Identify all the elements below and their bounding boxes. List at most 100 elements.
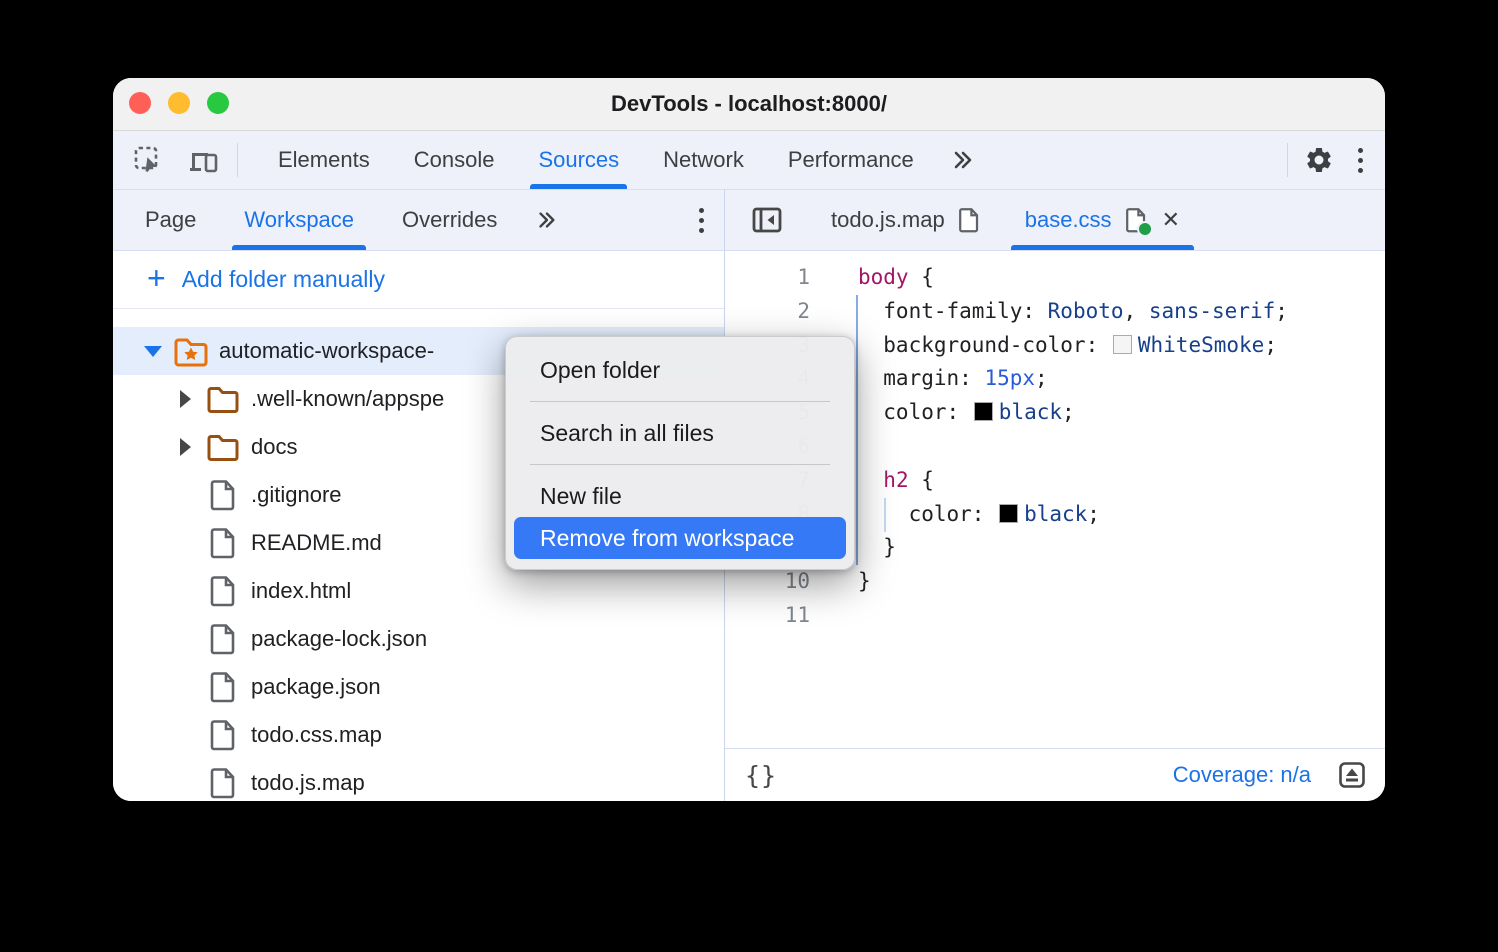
code-line: } [858,565,1385,599]
navigator-tab-workspace[interactable]: Workspace [220,190,378,250]
code-token: { [909,265,934,289]
expand-caret-right-icon[interactable] [169,390,201,408]
code-token: font-family: [858,299,1048,323]
code-line: background-color: WhiteSmoke; [858,329,1385,363]
settings-gear-icon[interactable] [1292,131,1346,189]
tree-file-package-lock-json[interactable]: package-lock.json [113,615,724,663]
code-token: ; [1062,400,1075,424]
file-icon [201,622,245,656]
tree-item-label: todo.js.map [251,770,365,796]
tree-item-label: todo.css.map [251,722,382,748]
close-tab-icon[interactable]: ✕ [1162,207,1180,233]
code-line: margin: 15px; [858,362,1385,396]
menu-item-remove-from-workspace[interactable]: Remove from workspace [514,517,846,559]
main-toolbar: ElementsConsoleSourcesNetworkPerformance [113,131,1385,190]
editor-tab-label: todo.js.map [831,207,945,233]
code-token: margin: [858,366,984,390]
code-token: { [909,468,934,492]
menu-separator [530,401,830,402]
code-token: black [1024,502,1087,526]
coverage-link[interactable]: Coverage: n/a [1173,762,1311,788]
devtools-tab-console[interactable]: Console [392,131,517,189]
code-token: ; [1275,299,1288,323]
navigator-tab-page[interactable]: Page [121,190,220,250]
device-toolbar-icon[interactable] [175,131,233,189]
desktop-background: DevTools - localhost:8000/ ElementsConso… [0,0,1498,952]
file-icon [1124,206,1148,234]
tree-item-label: docs [251,434,297,460]
close-window-button[interactable] [129,92,151,114]
pretty-print-icon[interactable]: {} [745,761,777,790]
line-number: 10 [725,565,810,599]
editor-tab-todo-js-map[interactable]: todo.js.map [809,190,1003,250]
folder-icon [201,384,245,414]
menu-item-search-in-all-files[interactable]: Search in all files [514,412,846,454]
tree-file-package-json[interactable]: package.json [113,663,724,711]
code-token: ; [1035,366,1048,390]
devtools-tab-elements[interactable]: Elements [256,131,392,189]
tree-item-label: package-lock.json [251,626,427,652]
file-icon [201,670,245,704]
devtools-tab-network[interactable]: Network [641,131,766,189]
tree-item-label: README.md [251,530,382,556]
editor-tab-label: base.css [1025,207,1112,233]
code-line [858,430,1385,464]
code-token: color: [858,502,997,526]
traffic-lights [129,92,229,114]
devtools-tab-performance[interactable]: Performance [766,131,936,189]
window-title: DevTools - localhost:8000/ [611,91,887,117]
zoom-window-button[interactable] [207,92,229,114]
file-icon [201,478,245,512]
tree-file-todo-js-map[interactable]: todo.js.map [113,759,724,801]
tree-file-index-html[interactable]: index.html [113,567,724,615]
filesystem-sync-dot [1137,221,1153,237]
indent-guide [856,295,858,565]
line-number: 1 [725,261,810,295]
tree-item-label: index.html [251,578,351,604]
expand-caret-down-icon[interactable] [137,346,169,357]
collapse-sidebar-icon[interactable] [739,190,795,250]
show-drawer-eject-icon[interactable] [1337,760,1367,790]
code-line: h2 { [858,464,1385,498]
code-token: ; [1087,502,1100,526]
navigator-menu-kebab-icon[interactable] [687,190,716,250]
code-token: body [858,265,909,289]
toolbar-divider-right [1287,143,1288,177]
folder-icon [201,432,245,462]
tree-item-label: .well-known/appspe [251,386,444,412]
tree-item-label: package.json [251,674,381,700]
customize-devtools-kebab-icon[interactable] [1346,131,1375,189]
more-navigator-tabs-chevron-icon[interactable] [521,190,571,250]
code-token: color: [858,400,972,424]
inspect-icon[interactable] [121,131,175,189]
navigator-tab-overrides[interactable]: Overrides [378,190,521,250]
line-number: 2 [725,295,810,329]
minimize-window-button[interactable] [168,92,190,114]
line-number: 11 [725,599,810,633]
code-token: } [858,569,871,593]
plus-icon: + [147,262,166,294]
tree-item-label: .gitignore [251,482,342,508]
titlebar: DevTools - localhost:8000/ [113,78,1385,131]
devtools-panel-tabs: ElementsConsoleSourcesNetworkPerformance [256,131,936,189]
code-line: color: black; [858,498,1385,532]
workspace-folder-icon [169,334,213,368]
editor-tab-base-css[interactable]: base.css ✕ [1003,190,1202,250]
menu-item-new-file[interactable]: New file [514,475,846,517]
add-folder-label: Add folder manually [182,266,385,293]
menu-separator [530,464,830,465]
code-token: Roboto [1048,299,1124,323]
add-folder-manually-button[interactable]: + Add folder manually [113,251,724,309]
toolbar-divider [237,143,238,177]
file-icon [201,526,245,560]
color-swatch-black [999,504,1018,523]
more-panels-chevron-icon[interactable] [936,131,988,189]
devtools-tab-sources[interactable]: Sources [516,131,641,189]
tree-file-todo-css-map[interactable]: todo.css.map [113,711,724,759]
menu-item-open-folder[interactable]: Open folder [514,349,846,391]
code-token: 15px [984,366,1035,390]
code-token: } [858,535,896,559]
color-swatch-black [974,402,993,421]
code-token: sans-serif [1149,299,1275,323]
expand-caret-right-icon[interactable] [169,438,201,456]
